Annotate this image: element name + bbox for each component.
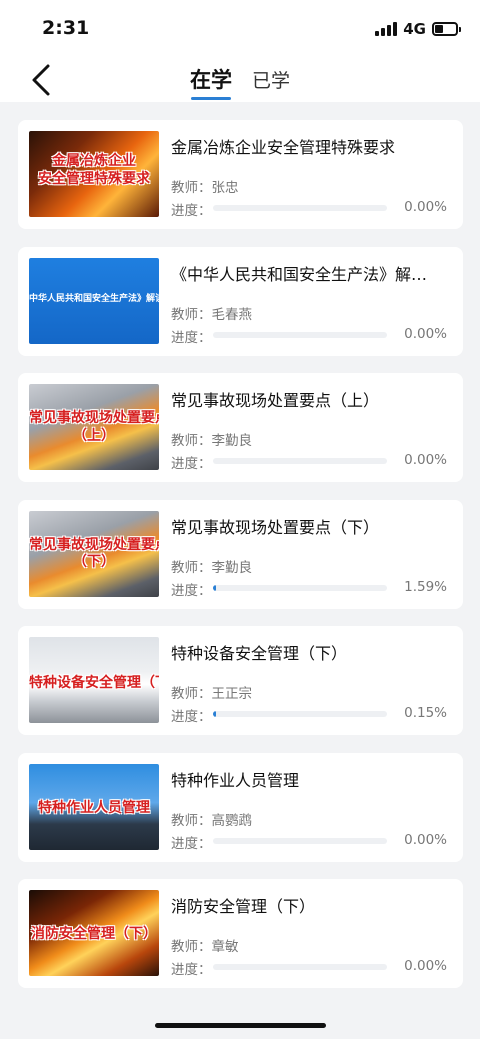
course-thumbnail: 特种作业人员管理: [29, 763, 159, 850]
progress-bar: [213, 964, 387, 970]
course-card[interactable]: 特种作业人员管理 特种作业人员管理 教师：高鹦鹉 进度： 0.00%: [18, 752, 463, 862]
signal-icon: [375, 22, 398, 36]
course-thumbnail: 金属冶炼企业 安全管理特殊要求: [29, 131, 159, 217]
active-tab-indicator: [190, 97, 231, 100]
progress-bar: [213, 205, 387, 211]
tab-studying-label: 在学: [189, 68, 232, 92]
course-thumbnail: 特种设备安全管理（下: [29, 637, 159, 723]
tab-studying[interactable]: 在学: [190, 64, 232, 100]
course-list: 金属冶炼企业 安全管理特殊要求 金属冶炼企业安全管理特殊要求 教师：张忠 进度： 0.00…: [18, 120, 463, 1006]
progress-value: 0.15%: [404, 705, 447, 721]
course-teacher: 教师：章敏: [171, 939, 239, 955]
progress-bar: [213, 837, 387, 844]
progress-bar-fill: [213, 711, 217, 717]
progress-row: 进度： 1.59%: [171, 578, 447, 599]
progress-value: 0.00%: [404, 325, 447, 342]
progress-value: 0.00%: [404, 199, 447, 215]
course-thumbnail: 常见事故现场处置要点 （下）: [29, 510, 159, 597]
progress-bar: [213, 458, 387, 464]
status-bar: 2:31 4G: [0, 0, 480, 58]
course-title: 消防安全管理（下）: [171, 897, 316, 916]
course-teacher: 教师：王正宗: [171, 686, 252, 702]
progress-label: 进度：: [171, 582, 212, 599]
course-card[interactable]: 常见事故现场处置要点 （下） 常见事故现场处置要点（下） 教师：李勤良 进度： 1.59%: [18, 499, 463, 609]
course-title: 特种作业人员管理: [171, 770, 300, 790]
progress-row: 进度： 0.15%: [171, 705, 447, 725]
progress-label: 进度：: [171, 329, 212, 346]
progress-row: 进度： 0.00%: [171, 452, 447, 472]
progress-bar: [213, 711, 387, 717]
status-indicators: 4G: [375, 20, 461, 38]
course-teacher: 教师：高鹦鹉: [171, 812, 252, 829]
progress-row: 进度： 0.00%: [171, 958, 447, 978]
tab-bar: 在学 已学: [0, 64, 480, 100]
course-teacher: 教师：李勤良: [171, 433, 252, 449]
nav-bar: 在学 已学: [0, 58, 480, 102]
progress-bar-fill: [213, 584, 217, 591]
home-indicator[interactable]: [155, 1023, 326, 1028]
progress-value: 0.00%: [404, 452, 447, 468]
course-teacher: 教师：毛春燕: [171, 306, 252, 323]
course-card[interactable]: 金属冶炼企业 安全管理特殊要求 金属冶炼企业安全管理特殊要求 教师：张忠 进度： 0.00…: [18, 120, 463, 229]
progress-label: 进度：: [171, 962, 212, 978]
course-card[interactable]: 特种设备安全管理（下 特种设备安全管理（下） 教师：王正宗 进度： 0.15%: [18, 626, 463, 735]
progress-value: 0.00%: [404, 831, 447, 848]
progress-row: 进度： 0.00%: [171, 325, 447, 346]
course-card[interactable]: 消防安全管理（下） 消防安全管理（下） 教师：章敏进度： 0.00%: [18, 879, 463, 988]
course-title: 《中华人民共和国安全生产法》解…: [171, 264, 428, 284]
course-title: 金属冶炼企业安全管理特殊要求: [171, 138, 396, 157]
battery-icon: [432, 22, 461, 36]
progress-label: 进度：: [171, 203, 212, 219]
course-card[interactable]: 中华人民共和国安全生产法》解读（ 《中华人民共和国安全生产法》解… 教师：毛春燕 进度…: [18, 246, 463, 356]
course-teacher: 教师：张忠: [171, 180, 239, 196]
progress-row: 进度： 0.00%: [171, 831, 447, 852]
progress-value: 1.59%: [404, 578, 447, 595]
course-thumbnail: 常见事故现场处置要点 （上）: [29, 384, 159, 470]
status-time: 2:31: [42, 17, 90, 39]
tab-completed-label: 已学: [251, 70, 290, 92]
progress-bar: [213, 584, 387, 591]
progress-label: 进度：: [171, 835, 212, 852]
thumbnail-caption: 特种作业人员管理: [38, 799, 150, 816]
course-thumbnail: 消防安全管理（下）: [29, 890, 159, 976]
thumbnail-caption: 消防安全管理（下）: [31, 926, 157, 942]
thumbnail-caption: 常见事故现场处置要点 （下）: [29, 536, 159, 571]
course-card[interactable]: 常见事故现场处置要点 （上） 常见事故现场处置要点（上） 教师：李勤良 进度： 0.00%: [18, 373, 463, 482]
thumbnail-caption: 中华人民共和国安全生产法》解读（: [29, 293, 159, 304]
progress-label: 进度：: [171, 709, 212, 725]
course-thumbnail: 中华人民共和国安全生产法》解读（: [29, 257, 159, 344]
course-teacher: 教师：李勤良: [171, 559, 252, 576]
progress-bar: [213, 331, 387, 338]
course-title: 特种设备安全管理（下）: [171, 644, 348, 663]
thumbnail-caption: 金属冶炼企业 安全管理特殊要求: [38, 153, 150, 187]
progress-value: 0.00%: [404, 958, 447, 974]
progress-label: 进度：: [171, 456, 212, 472]
course-title: 常见事故现场处置要点（下）: [171, 517, 380, 537]
thumbnail-caption: 常见事故现场处置要点 （上）: [29, 410, 159, 444]
progress-row: 进度： 0.00%: [171, 199, 447, 219]
tab-completed[interactable]: 已学: [252, 64, 290, 100]
network-type: 4G: [403, 20, 426, 38]
thumbnail-caption: 特种设备安全管理（下: [29, 675, 159, 691]
course-title: 常见事故现场处置要点（上）: [171, 391, 380, 410]
